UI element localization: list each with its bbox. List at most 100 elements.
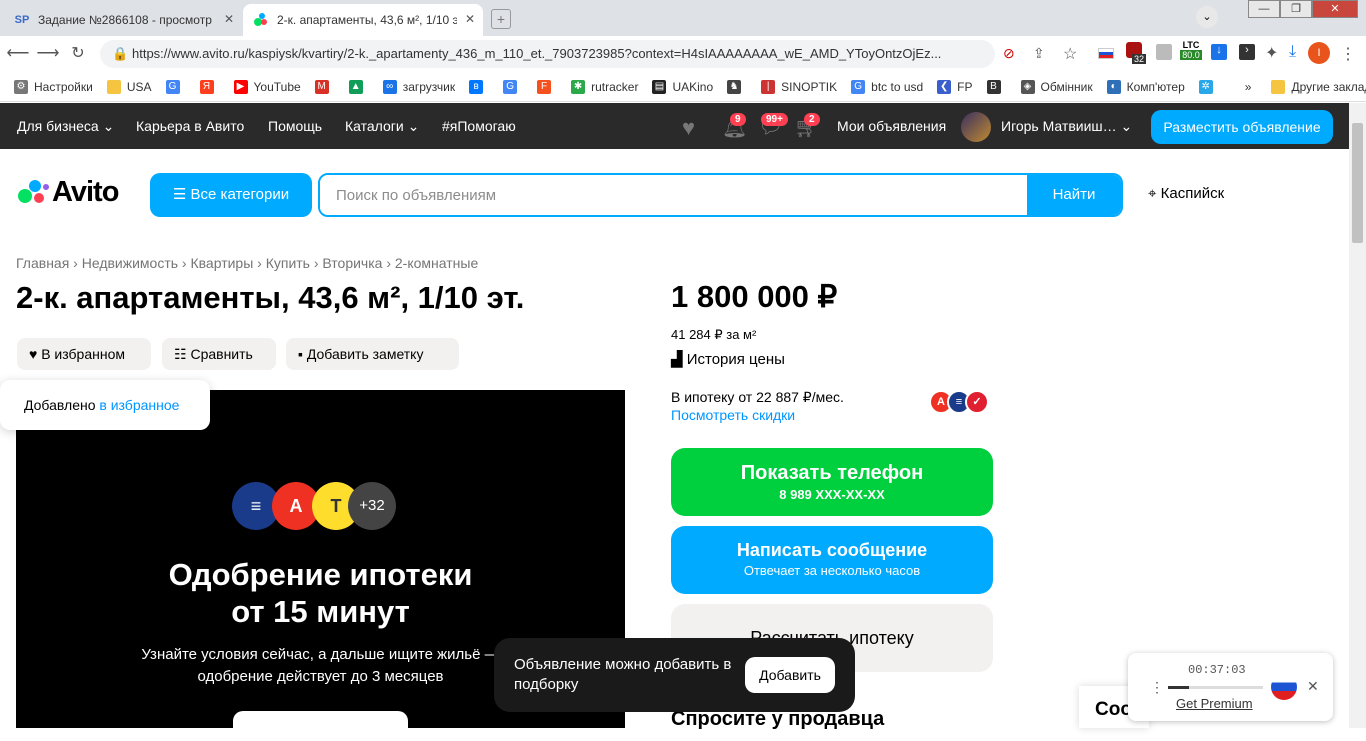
add-note-button[interactable]: ▪ Добавить заметку xyxy=(286,338,459,370)
download-ext-icon[interactable]: ↓ xyxy=(1211,44,1227,60)
button-label: Написать сообщение xyxy=(736,540,928,560)
tab-avito[interactable]: 2-к. апартаменты, 43,6 м², 1/10 эт ✕ xyxy=(243,4,483,36)
extension-arrow-icon[interactable]: › xyxy=(1239,44,1255,60)
folder-icon xyxy=(106,79,121,94)
bookmarks-bar: ⚙ Настройки USA G Я ▶ YouTube M ▲ ∞ загрузч… xyxy=(0,72,1366,102)
bookmark-bc[interactable]: B xyxy=(986,79,1007,94)
nav-catalogs[interactable]: Каталоги ⌄ xyxy=(345,118,419,135)
nav-ihelp[interactable]: #яПомогаю xyxy=(442,118,516,134)
bookmark-youtube[interactable]: ▶ YouTube xyxy=(233,79,301,94)
all-categories-button[interactable]: ☰ Все категории xyxy=(150,173,312,217)
bookmark-sinoptik[interactable]: | SINOPTIK xyxy=(761,79,837,94)
extension-shield-icon[interactable]: 32 xyxy=(1126,42,1148,64)
breadcrumb[interactable]: Главная › Недвижимость › Квартиры › Купи… xyxy=(16,255,478,271)
nav-label: Для бизнеса xyxy=(17,118,99,134)
profile-avatar[interactable]: I xyxy=(1308,42,1330,64)
menu-kebab-icon[interactable]: ⋮ xyxy=(1340,44,1356,64)
ltc-extension-icon[interactable]: LTC 80.0 xyxy=(1180,40,1202,68)
bookmarks-more[interactable]: » xyxy=(1245,80,1252,94)
banner-title-line: от 15 минут xyxy=(231,594,410,629)
close-window-icon[interactable]: ✕ xyxy=(1312,0,1358,18)
close-tab-icon[interactable]: ✕ xyxy=(224,12,234,26)
bookmark-drive[interactable]: ▲ xyxy=(348,79,369,94)
nav-my-ads[interactable]: Мои объявления xyxy=(837,118,946,134)
bookmark-usa[interactable]: USA xyxy=(106,79,152,94)
bookmark-settings[interactable]: ⚙ Настройки xyxy=(14,79,93,94)
favorites-link[interactable]: в избранное xyxy=(99,397,179,413)
compare-button[interactable]: ☷ Сравнить xyxy=(162,338,276,370)
show-phone-button[interactable]: Показать телефон 8 989 XXX-XX-XX xyxy=(671,448,993,516)
favorite-button[interactable]: ♥ В избранном xyxy=(17,338,151,370)
bookmark-fp[interactable]: ❮ FP xyxy=(937,79,973,94)
city-selector[interactable]: ⌖ Каспийск xyxy=(1148,185,1224,202)
extension-box-icon[interactable] xyxy=(1156,44,1172,60)
bookmark-rutracker[interactable]: ✱ rutracker xyxy=(571,79,638,94)
bookmark-yandex[interactable]: Я xyxy=(199,79,220,94)
bookmark-google[interactable]: G xyxy=(165,79,186,94)
vk-icon: в xyxy=(469,79,484,94)
nav-career[interactable]: Карьера в Авито xyxy=(136,118,244,134)
bookmark-label: Другие закладки xyxy=(1291,79,1366,94)
banner-text-line: одобрение действует до 3 месяцев xyxy=(197,668,444,685)
search-button[interactable]: Найти xyxy=(1027,175,1121,215)
close-tab-icon[interactable]: ✕ xyxy=(465,12,475,26)
minimize-icon[interactable]: — xyxy=(1248,0,1280,18)
write-message-button[interactable]: Написать сообщение Отвечает за несколько… xyxy=(671,526,993,594)
tab-task[interactable]: SP Задание №2866108 - просмотр з ✕ xyxy=(4,4,242,36)
bookmark-gmail[interactable]: M xyxy=(314,79,335,94)
close-icon[interactable]: ✕ xyxy=(1307,678,1319,695)
bookmark-horse[interactable]: ♞ xyxy=(727,79,747,94)
bookmark-exchange[interactable]: ◈ Обмінник xyxy=(1020,79,1093,94)
price-history-link[interactable]: ▟ История цены xyxy=(671,350,785,368)
gmail-icon: M xyxy=(314,79,329,94)
google-icon: G xyxy=(165,79,180,94)
bookmark-translate[interactable]: G xyxy=(503,79,523,94)
city-label: Каспийск xyxy=(1160,185,1225,202)
chevron-down-icon: ⌄ xyxy=(407,118,420,134)
view-discounts-link[interactable]: Посмотреть скидки xyxy=(671,407,795,423)
nav-user-menu[interactable]: Игорь Матвииш… ⌄ xyxy=(1001,118,1132,135)
tab-search-icon[interactable]: ⌄ xyxy=(1196,6,1218,28)
page-scrollbar[interactable] xyxy=(1349,103,1366,728)
nav-business[interactable]: Для бизнеса ⌄ xyxy=(17,118,114,135)
reload-icon[interactable]: ↻ xyxy=(66,42,90,66)
russia-flag-icon[interactable] xyxy=(1098,48,1114,59)
forward-arrow-icon[interactable]: ⟶ xyxy=(36,42,60,66)
other-bookmarks[interactable]: Другие закладки xyxy=(1271,79,1366,94)
toast-add-button[interactable]: Добавить xyxy=(745,657,835,693)
address-bar[interactable]: 🔒 https://www.avito.ru/kaspiysk/kvartiry… xyxy=(100,40,995,68)
favorites-heart-icon[interactable]: ♥ xyxy=(682,115,695,141)
scrollbar-thumb[interactable] xyxy=(1352,123,1363,243)
avito-logo[interactable]: Avito xyxy=(16,176,119,209)
blocked-icon[interactable]: ⊘ xyxy=(1003,45,1015,62)
bookmark-loader[interactable]: ∞ загрузчик xyxy=(382,79,455,94)
downloads-icon[interactable]: ⤓ xyxy=(1289,43,1296,61)
bookmark-f[interactable]: F xyxy=(537,79,557,94)
search-input[interactable] xyxy=(320,175,1030,215)
bookmark-star-icon[interactable]: ☆ xyxy=(1063,44,1077,64)
bookmark-btc[interactable]: Gbtc to usd xyxy=(851,79,923,94)
categories-icon: ☰ xyxy=(172,186,187,203)
share-icon[interactable]: ⇪ xyxy=(1033,45,1045,62)
price: 1 800 000 ₽ xyxy=(671,279,838,314)
reply-time: Отвечает за несколько часов xyxy=(743,563,921,578)
bookmark-vk[interactable]: в xyxy=(469,79,489,94)
bookmark-label: FP xyxy=(957,79,973,94)
back-arrow-icon[interactable]: ⟵ xyxy=(6,42,30,66)
bookmark-computer[interactable]: ◐ Комп'ютер xyxy=(1106,79,1185,94)
price-per-meter: 41 284 ₽ за м² xyxy=(671,327,757,342)
russia-flag-icon[interactable] xyxy=(1271,674,1297,700)
get-premium-link[interactable]: Get Premium xyxy=(1176,696,1253,711)
menu-kebab-icon[interactable]: ⋮ xyxy=(1150,679,1164,696)
new-tab-button[interactable]: + xyxy=(491,9,511,29)
nav-help[interactable]: Помощь xyxy=(268,118,322,134)
sp-favicon-icon: SP xyxy=(14,14,30,26)
banner-button[interactable] xyxy=(233,711,408,741)
bookmark-star[interactable]: ✲ xyxy=(1198,79,1219,94)
post-ad-button[interactable]: Разместить объявление xyxy=(1151,110,1333,144)
maximize-icon[interactable]: ❐ xyxy=(1280,0,1312,18)
user-avatar[interactable] xyxy=(961,112,991,142)
extensions-puzzle-icon[interactable]: ✦ xyxy=(1265,43,1278,63)
progress-bar[interactable] xyxy=(1168,686,1263,689)
bookmark-uakino[interactable]: ▤ UAKino xyxy=(652,79,713,94)
